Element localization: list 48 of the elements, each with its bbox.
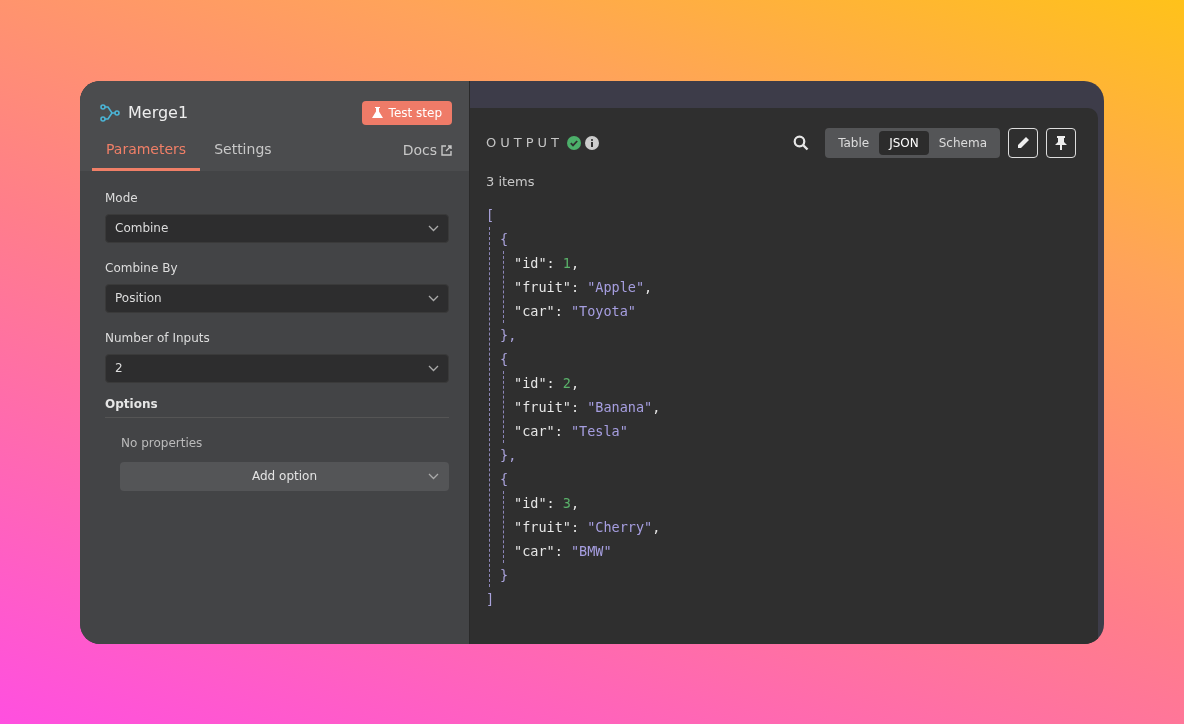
- view-tab[interactable]: Schema: [928, 130, 997, 155]
- external-link-icon: [441, 144, 452, 156]
- code-line: "car": "BMW": [514, 542, 613, 561]
- code-line: "car": "Toyota": [514, 302, 637, 321]
- field-label: Combine By: [105, 259, 179, 277]
- item-count: 3 items: [486, 172, 536, 191]
- info-icon: [585, 135, 599, 150]
- field-label: Mode: [105, 189, 139, 207]
- view-tab[interactable]: Table: [828, 130, 880, 155]
- code-line: {: [500, 470, 510, 489]
- code-line: {: [500, 230, 510, 249]
- tab[interactable]: Settings: [200, 132, 286, 171]
- select-field[interactable]: 2: [105, 353, 449, 383]
- code-line: {: [500, 350, 510, 369]
- code-line: }: [500, 566, 510, 585]
- code-line: "id": 1,: [514, 254, 581, 273]
- code-line: [: [486, 206, 496, 225]
- chevron-down-icon: [428, 472, 439, 480]
- field-label: Number of Inputs: [105, 329, 211, 347]
- chevron-down-icon: [428, 294, 439, 302]
- pencil-icon: [1016, 135, 1030, 150]
- add-option-button[interactable]: Add option: [120, 461, 449, 491]
- view-tab[interactable]: JSON: [879, 130, 929, 155]
- docs-link[interactable]: Docs: [402, 139, 452, 171]
- section-title: Options: [105, 394, 449, 418]
- output-title: OUTPUT: [486, 133, 563, 152]
- code-line: },: [500, 326, 518, 345]
- code-line: ]: [486, 590, 496, 609]
- flask-icon: [371, 106, 383, 119]
- edit-button[interactable]: [1008, 127, 1038, 158]
- code-line: "fruit": "Cherry",: [514, 518, 662, 537]
- merge-node-icon: [100, 103, 120, 122]
- code-line: "id": 3,: [514, 494, 581, 513]
- select-field[interactable]: Position: [105, 283, 449, 313]
- select-field[interactable]: Combine: [105, 213, 449, 243]
- node-title: Merge1: [128, 101, 189, 124]
- code-line: "fruit": "Banana",: [514, 398, 662, 417]
- chevron-down-icon: [428, 224, 439, 232]
- search-icon[interactable]: [793, 134, 810, 151]
- code-line: },: [500, 446, 518, 465]
- code-line: "fruit": "Apple",: [514, 278, 654, 297]
- empty-text: No properties: [121, 434, 204, 452]
- code-line: "car": "Tesla": [514, 422, 629, 441]
- pin-icon: [1055, 135, 1067, 150]
- code-line: "id": 2,: [514, 374, 581, 393]
- chevron-down-icon: [428, 364, 439, 372]
- pin-button[interactable]: [1046, 127, 1076, 158]
- tab[interactable]: Parameters: [92, 132, 201, 171]
